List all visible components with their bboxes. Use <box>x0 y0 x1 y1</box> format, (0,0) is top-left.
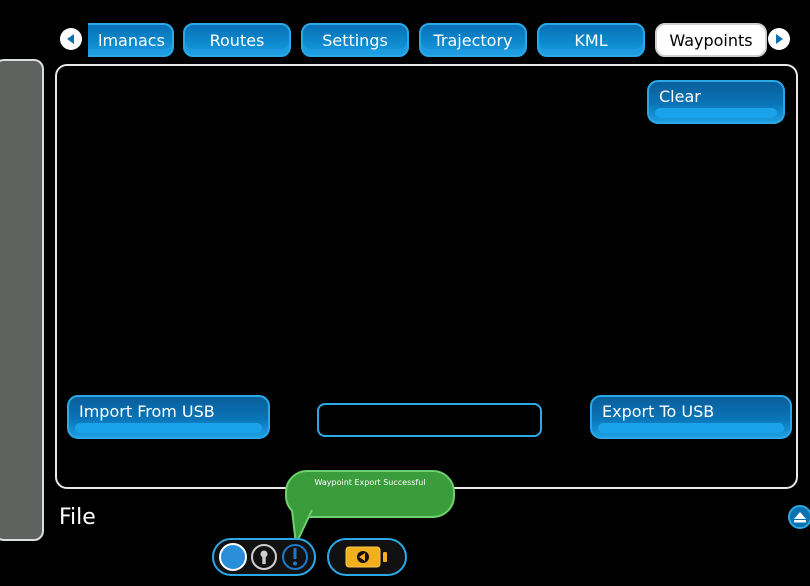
export-to-usb-button[interactable]: Export To USB <box>590 395 792 439</box>
left-sidebar-panel[interactable] <box>0 59 44 541</box>
clear-button-label: Clear <box>659 87 701 106</box>
collapse-up-icon[interactable] <box>788 505 810 529</box>
alert-icon <box>282 544 308 570</box>
connection-status-icon <box>219 543 247 571</box>
clear-button[interactable]: Clear <box>647 80 785 124</box>
status-indicator-group[interactable] <box>212 538 316 576</box>
tab-label: Settings <box>322 30 388 50</box>
tab-kml[interactable]: KML <box>537 23 645 57</box>
section-label: File <box>59 505 96 530</box>
tab-settings[interactable]: Settings <box>301 23 409 57</box>
tab-label: KML <box>574 30 608 50</box>
tab-almanacs[interactable]: lmanacs <box>88 23 174 57</box>
tab-label: Waypoints <box>669 30 753 50</box>
lock-icon <box>251 544 277 570</box>
left-arrow-icon[interactable] <box>60 28 82 50</box>
toast-message: Waypoint Export Successful <box>314 478 426 487</box>
right-arrow-icon[interactable] <box>768 28 790 50</box>
tab-label: lmanacs <box>98 30 165 50</box>
file-name-field[interactable] <box>317 403 542 437</box>
tab-label: Trajectory <box>433 30 513 50</box>
import-from-usb-button[interactable]: Import From USB <box>67 395 270 439</box>
tab-routes[interactable]: Routes <box>183 23 291 57</box>
tab-label: Routes <box>209 30 265 50</box>
import-button-label: Import From USB <box>79 402 215 421</box>
export-button-label: Export To USB <box>602 402 715 421</box>
battery-icon <box>345 546 387 568</box>
tab-waypoints[interactable]: Waypoints <box>655 23 767 57</box>
battery-indicator[interactable] <box>327 538 407 576</box>
tab-trajectory[interactable]: Trajectory <box>419 23 527 57</box>
